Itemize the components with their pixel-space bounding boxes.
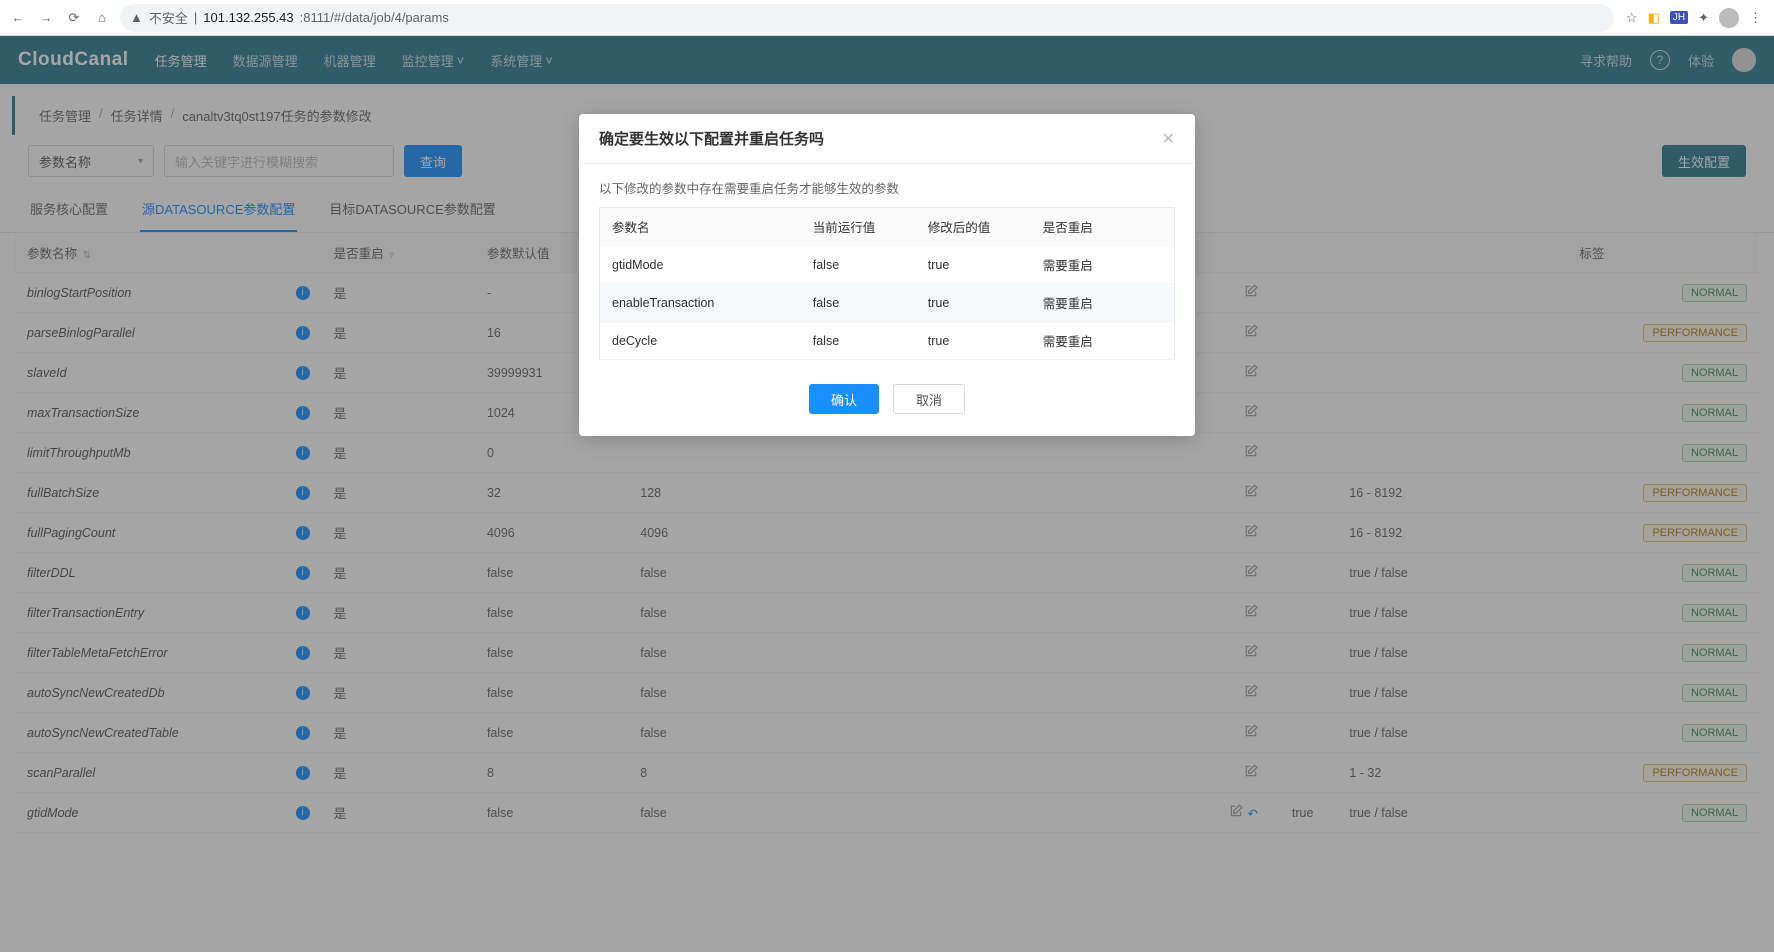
modal-row: enableTransactionfalsetrue需要重启 [600, 284, 1175, 322]
extension-icon-1[interactable]: ◧ [1648, 10, 1660, 26]
confirm-modal: 确定要生效以下配置并重启任务吗 ✕ 以下修改的参数中存在需要重启任务才能够生效的… [579, 114, 1195, 436]
insecure-label: 不安全 [149, 8, 188, 27]
cancel-button[interactable]: 取消 [893, 384, 965, 414]
puzzle-icon[interactable]: ✦ [1698, 10, 1709, 26]
browser-chrome: ← → ⟳ ⌂ ▲ 不安全 | 101.132.255.43:8111/#/da… [0, 0, 1774, 36]
modal-hint: 以下修改的参数中存在需要重启任务才能够生效的参数 [599, 178, 1175, 197]
url-bar[interactable]: ▲ 不安全 | 101.132.255.43:8111/#/data/job/4… [120, 4, 1614, 32]
url-rest: :8111/#/data/job/4/params [300, 10, 449, 25]
modal-row: deCyclefalsetrue需要重启 [600, 322, 1175, 360]
reload-icon[interactable]: ⟳ [64, 8, 84, 28]
chrome-actions: ☆ ◧ JH ✦ ⋮ [1622, 8, 1766, 28]
confirm-button[interactable]: 确认 [809, 384, 879, 414]
home-icon[interactable]: ⌂ [92, 8, 112, 28]
back-icon[interactable]: ← [8, 8, 28, 28]
url-host: 101.132.255.43 [203, 10, 293, 25]
profile-avatar[interactable] [1719, 8, 1739, 28]
modal-row: gtidModefalsetrue需要重启 [600, 246, 1175, 284]
menu-icon[interactable]: ⋮ [1749, 10, 1762, 26]
modal-table: 参数名 当前运行值 修改后的值 是否重启 gtidModefalsetrue需要… [599, 207, 1175, 360]
warning-icon: ▲ [130, 10, 143, 25]
modal-overlay: 确定要生效以下配置并重启任务吗 ✕ 以下修改的参数中存在需要重启任务才能够生效的… [0, 36, 1774, 952]
star-icon[interactable]: ☆ [1626, 10, 1638, 26]
close-icon[interactable]: ✕ [1162, 129, 1175, 149]
modal-title: 确定要生效以下配置并重启任务吗 [599, 128, 824, 149]
extension-icon-2[interactable]: JH [1670, 11, 1688, 24]
forward-icon[interactable]: → [36, 8, 56, 28]
